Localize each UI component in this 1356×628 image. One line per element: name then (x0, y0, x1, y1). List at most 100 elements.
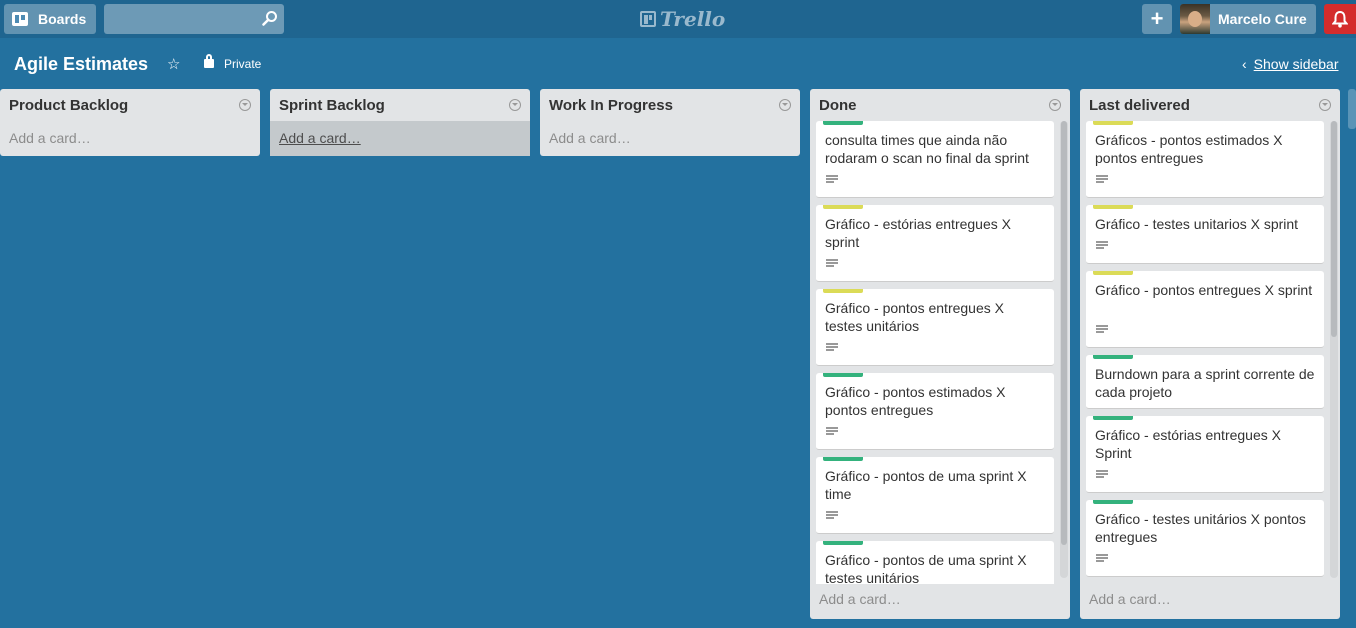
visibility-label[interactable]: Private (224, 57, 261, 71)
search-input[interactable] (104, 4, 284, 34)
card-title: Burndown para a sprint corrente de cada … (1095, 366, 1315, 400)
description-icon (826, 427, 838, 437)
list-title-text: Done (819, 97, 857, 114)
list-title[interactable]: Done (810, 89, 1070, 121)
card-title: Gráfico - estórias entregues X sprint (825, 216, 1011, 250)
card-label (823, 205, 863, 209)
list-title[interactable]: Product Backlog (0, 89, 260, 121)
show-sidebar-label: Show sidebar (1253, 56, 1339, 72)
star-icon[interactable]: ☆ (167, 55, 180, 73)
list-menu-icon[interactable] (779, 99, 791, 111)
user-name: Marcelo Cure (1218, 11, 1307, 27)
trello-logo[interactable]: Trello (640, 6, 725, 32)
card-label (1093, 121, 1133, 125)
card-label (1093, 355, 1133, 359)
add-card-link[interactable]: Add a card… (0, 121, 260, 156)
boards-label: Boards (38, 11, 87, 27)
card-label (1093, 205, 1133, 209)
card-title: Gráfico - pontos estimados X pontos entr… (825, 384, 1006, 418)
add-card-link[interactable]: Add a card… (810, 585, 1070, 619)
card-label (1093, 416, 1133, 420)
boards-icon (12, 12, 28, 26)
card-label (823, 289, 863, 293)
card-label (1093, 271, 1133, 275)
card-label (823, 541, 863, 545)
list-title-text: Last delivered (1089, 97, 1190, 114)
list-menu-icon[interactable] (509, 99, 521, 111)
description-icon (1096, 470, 1108, 480)
card[interactable]: Gráfico - pontos entregues X testes unit… (816, 289, 1054, 366)
boards-button[interactable]: Boards (4, 4, 96, 34)
list-last-delivered: Last delivered Gráficos - pontos estimad… (1080, 89, 1340, 619)
search-icon[interactable] (262, 10, 278, 26)
list-menu-icon[interactable] (1319, 99, 1331, 111)
card-label (1093, 500, 1133, 504)
description-icon (826, 175, 838, 185)
card[interactable]: Gráfico - pontos de uma sprint X time (816, 457, 1054, 534)
logo-text: Trello (660, 7, 726, 31)
card-title: Gráfico - testes unitários X pontos entr… (1095, 511, 1306, 545)
list-title[interactable]: Work In Progress (540, 89, 800, 121)
card[interactable]: Gráfico - testes unitários X pontos entr… (1086, 500, 1324, 577)
card-title: Gráfico - testes unitarios X sprint (1095, 216, 1299, 232)
bell-icon (1332, 10, 1348, 28)
card[interactable]: Gráfico - pontos entregues X sprint (1086, 271, 1324, 348)
card-label (823, 457, 863, 461)
card-label (823, 121, 863, 125)
list-title-text: Sprint Backlog (279, 97, 385, 114)
list-scrollbar[interactable] (1330, 121, 1338, 578)
card[interactable]: Gráfico - testes unitarios X sprint (1086, 205, 1324, 264)
user-menu-button[interactable]: Marcelo Cure (1180, 4, 1316, 34)
list-title-text: Work In Progress (549, 97, 673, 114)
notifications-button[interactable] (1324, 4, 1356, 34)
add-card-link[interactable]: Add a card… (540, 121, 800, 156)
show-sidebar-link[interactable]: ‹ Show sidebar (1242, 56, 1339, 72)
card-list: consulta times que ainda não rodaram o s… (816, 121, 1054, 584)
list-done: Done consulta times que ainda não rodara… (810, 89, 1070, 619)
top-header: Boards Trello + Marcelo Cure (0, 0, 1356, 38)
card-title: consulta times que ainda não rodaram o s… (825, 132, 1029, 166)
board-title[interactable]: Agile Estimates (14, 54, 148, 75)
description-icon (826, 259, 838, 269)
description-icon (826, 343, 838, 353)
description-icon (1096, 325, 1108, 335)
card[interactable]: Gráfico - pontos estimados X pontos entr… (816, 373, 1054, 450)
card[interactable]: Gráficos - pontos estimados X pontos ent… (1086, 121, 1324, 198)
add-card-link[interactable]: Add a card… (270, 121, 530, 156)
scrollbar-thumb[interactable] (1331, 121, 1337, 337)
list-title[interactable]: Sprint Backlog (270, 89, 530, 121)
card[interactable]: Gráfico - estórias entregues X sprint (816, 205, 1054, 282)
lock-icon (204, 54, 214, 68)
card[interactable]: Gráfico - estórias entregues X Sprint (1086, 416, 1324, 493)
list-menu-icon[interactable] (239, 99, 251, 111)
avatar (1180, 4, 1210, 34)
add-button[interactable]: + (1142, 4, 1172, 34)
plus-icon: + (1150, 6, 1164, 31)
description-icon (1096, 241, 1108, 251)
list-scrollbar[interactable] (1060, 121, 1068, 578)
trello-logo-icon (640, 11, 656, 27)
card-title: Gráfico - pontos de uma sprint X time (825, 468, 1027, 502)
add-card-link[interactable]: Add a card… (1080, 585, 1340, 619)
description-icon (1096, 175, 1108, 185)
scrollbar-thumb[interactable] (1061, 121, 1067, 545)
board-scrollbar[interactable] (1348, 89, 1356, 129)
card-list: Gráficos - pontos estimados X pontos ent… (1086, 121, 1324, 584)
card[interactable]: Gráfico - pontos de uma sprint X testes … (816, 541, 1054, 584)
description-icon (1096, 554, 1108, 564)
list-menu-icon[interactable] (1049, 99, 1061, 111)
list-sprint-backlog: Sprint Backlog Add a card… (270, 89, 530, 156)
list-title[interactable]: Last delivered (1080, 89, 1340, 121)
chevron-left-icon: ‹ (1242, 56, 1247, 72)
card-title: Gráfico - pontos entregues X testes unit… (825, 300, 1004, 334)
card[interactable]: Burndown para a sprint corrente de cada … (1086, 355, 1324, 409)
card-label (823, 373, 863, 377)
list-product-backlog: Product Backlog Add a card… (0, 89, 260, 156)
list-title-text: Product Backlog (9, 97, 129, 114)
card[interactable]: consulta times que ainda não rodaram o s… (816, 121, 1054, 198)
list-work-in-progress: Work In Progress Add a card… (540, 89, 800, 156)
card-title: Gráfico - estórias entregues X Sprint (1095, 427, 1281, 461)
card-title: Gráfico - pontos entregues X sprint (1095, 282, 1313, 298)
card-title: Gráfico - pontos de uma sprint X testes … (825, 552, 1027, 584)
card-title: Gráficos - pontos estimados X pontos ent… (1095, 132, 1283, 166)
